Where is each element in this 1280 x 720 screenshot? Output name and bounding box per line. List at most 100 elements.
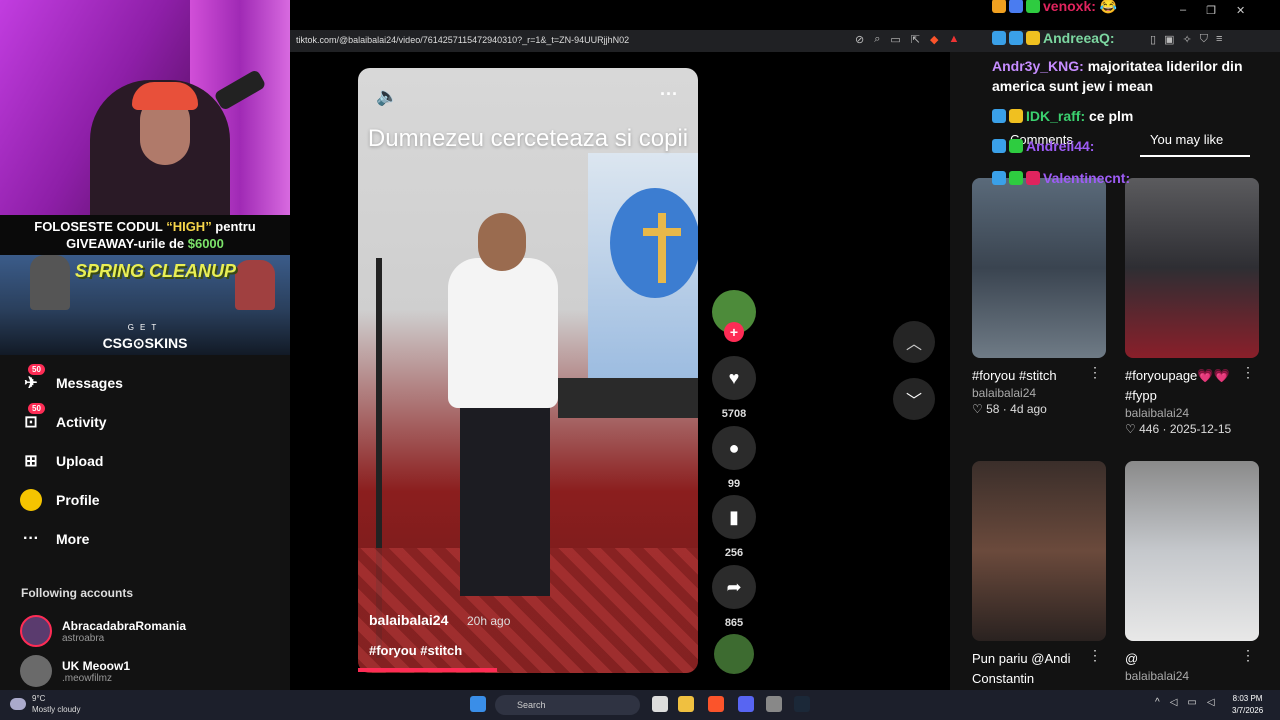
address-bar[interactable]: tiktok.com/@balaibalai24/video/761425711… bbox=[296, 35, 629, 45]
cast-icon[interactable]: ▭ bbox=[890, 33, 900, 46]
chat-message: Valentinecnt: bbox=[992, 168, 1130, 188]
network-icon[interactable]: ▭ bbox=[1187, 697, 1196, 708]
heart-icon[interactable]: ♥ bbox=[712, 356, 756, 400]
save-action[interactable]: ▮ 256 bbox=[712, 495, 756, 559]
sidebar-item-activity[interactable]: ⊡ 50 Activity bbox=[20, 403, 107, 433]
tab-you-may-like[interactable]: You may like bbox=[1150, 132, 1223, 147]
card-title: Pun pariu @Andi Constantin bbox=[972, 651, 1071, 686]
promo-text: pentru bbox=[211, 219, 256, 234]
maximize-button[interactable]: ❐ bbox=[1206, 4, 1216, 17]
recommended-video-card[interactable]: #foryoupage💗💗 #fypp balaibalai24 ♡ 446 ·… bbox=[1125, 178, 1259, 436]
chat-text: ce plm bbox=[1089, 108, 1134, 124]
zoom-icon[interactable]: ⌕ bbox=[874, 33, 880, 46]
card-date: 2025-12-15 bbox=[1169, 422, 1232, 436]
close-button[interactable]: ✕ bbox=[1236, 4, 1245, 17]
video-thumbnail[interactable] bbox=[972, 461, 1106, 641]
recommended-video-card[interactable]: @ balaibalai24 ⋮ bbox=[1125, 461, 1259, 683]
toolbar-icons-right: ▯ ▣ ✧ ⛉ ≡ bbox=[1150, 33, 1222, 46]
volume-tray-icon[interactable]: ◁ bbox=[1170, 697, 1178, 708]
minimize-button[interactable]: – bbox=[1180, 4, 1186, 17]
share-icon[interactable]: ⇱ bbox=[911, 33, 920, 46]
sidebar-item-more[interactable]: ··· More bbox=[20, 528, 89, 550]
share-action[interactable]: ➦ 865 bbox=[712, 565, 756, 629]
speaker-icon[interactable]: ◁ bbox=[1207, 697, 1215, 708]
follow-button[interactable]: + bbox=[724, 322, 744, 342]
card-more-icon[interactable]: ⋮ bbox=[1241, 364, 1255, 381]
promo-text: FOLOSESTE CODUL bbox=[34, 219, 167, 234]
comment-icon[interactable]: ● bbox=[712, 426, 756, 470]
music-disc[interactable] bbox=[714, 634, 754, 674]
rewards-icon[interactable]: ▲ bbox=[948, 33, 959, 46]
task-view-icon[interactable] bbox=[652, 696, 668, 712]
recommended-video-card[interactable]: Pun pariu @Andi Constantin ⋮ bbox=[972, 461, 1106, 689]
clock-time: 8:03 PM bbox=[1232, 694, 1263, 703]
chevron-up-icon[interactable]: ^ bbox=[1155, 697, 1160, 708]
chat-username: Valentinecnt: bbox=[1043, 170, 1131, 186]
file-explorer-icon[interactable] bbox=[678, 696, 694, 712]
tab-underline bbox=[1140, 155, 1250, 157]
bookmark-icon[interactable]: ▮ bbox=[712, 495, 756, 539]
reader-icon[interactable]: ⊘ bbox=[855, 33, 864, 46]
chat-badge-icon bbox=[1009, 171, 1023, 185]
menu-icon[interactable]: ≡ bbox=[1216, 33, 1222, 46]
sidebar-icon[interactable]: ▯ bbox=[1150, 33, 1156, 46]
chat-badge-icon bbox=[992, 31, 1006, 45]
taskbar-clock[interactable]: 8:03 PM 3/7/2026 bbox=[1232, 693, 1263, 717]
leo-icon[interactable]: ✧ bbox=[1182, 33, 1191, 46]
video-thumbnail[interactable] bbox=[1125, 461, 1259, 641]
video-thumbnail[interactable] bbox=[972, 178, 1106, 358]
steam-icon[interactable] bbox=[794, 696, 810, 712]
comment-count: 99 bbox=[727, 478, 741, 490]
taskbar-search[interactable]: Search bbox=[495, 695, 640, 715]
windows-start-icon[interactable] bbox=[470, 696, 486, 712]
card-author[interactable]: balaibalai24 bbox=[972, 386, 1106, 400]
card-more-icon[interactable]: ⋮ bbox=[1241, 647, 1255, 664]
paper-plane-icon: ✈ 50 bbox=[20, 364, 45, 394]
brave-shield-icon[interactable]: ◆ bbox=[930, 33, 938, 46]
next-video-button[interactable]: ﹀ bbox=[893, 378, 935, 420]
chat-badge-icon bbox=[1009, 109, 1023, 123]
sidebar-item-upload[interactable]: ⊞ Upload bbox=[20, 450, 103, 472]
share-arrow-icon[interactable]: ➦ bbox=[712, 565, 756, 609]
video-username[interactable]: balaibalai24 bbox=[369, 612, 448, 628]
video-progress-bar[interactable] bbox=[358, 668, 497, 672]
recommended-video-card[interactable]: #foryou #stitch balaibalai24 ♡ 58 · 4d a… bbox=[972, 178, 1106, 416]
card-author[interactable]: balaibalai24 bbox=[1125, 406, 1259, 420]
video-player[interactable] bbox=[358, 68, 698, 673]
following-account[interactable]: AbracadabraRomania astroabra bbox=[20, 615, 186, 647]
wallet-icon[interactable]: ▣ bbox=[1164, 33, 1174, 46]
sidebar-item-profile[interactable]: Profile bbox=[20, 489, 100, 511]
chat-badge-icon bbox=[992, 171, 1006, 185]
chat-badge-icon bbox=[1009, 0, 1023, 13]
following-account[interactable]: UK Meoow1 .meowfilmz bbox=[20, 655, 130, 687]
weather-widget[interactable]: 9°C Mostly cloudy bbox=[10, 693, 80, 715]
comment-action[interactable]: ● 99 bbox=[712, 426, 756, 490]
card-author[interactable]: balaibalai24 bbox=[1125, 669, 1259, 683]
discord-icon[interactable] bbox=[738, 696, 754, 712]
chat-message: AndreeaQ: bbox=[992, 28, 1115, 48]
account-avatar bbox=[20, 655, 52, 687]
previous-video-button[interactable]: ︿ bbox=[893, 321, 935, 363]
card-more-icon[interactable]: ⋮ bbox=[1088, 364, 1102, 381]
windows-taskbar bbox=[0, 690, 1280, 720]
brave-icon[interactable] bbox=[708, 696, 724, 712]
card-date: 4d ago bbox=[1010, 402, 1047, 416]
card-title: #foryoupage💗💗 #fypp bbox=[1125, 368, 1230, 403]
chat-badge-icon bbox=[1026, 0, 1040, 13]
like-action[interactable]: ♥ 5708 bbox=[712, 356, 756, 420]
save-count: 256 bbox=[724, 547, 744, 559]
video-more-icon[interactable]: ··· bbox=[660, 84, 678, 105]
vpn-icon[interactable]: ⛉ bbox=[1200, 33, 1208, 46]
like-count: 5708 bbox=[721, 408, 747, 420]
chevron-down-icon: ﹀ bbox=[905, 393, 922, 410]
volume-icon[interactable]: 🔈 bbox=[376, 86, 398, 107]
video-thumbnail[interactable] bbox=[1125, 178, 1259, 358]
sidebar-item-messages[interactable]: ✈ 50 Messages bbox=[20, 364, 123, 394]
account-name: UK Meoow1 bbox=[62, 658, 131, 673]
video-hashtags[interactable]: #foryou #stitch bbox=[369, 643, 462, 658]
app-icon[interactable] bbox=[766, 696, 782, 712]
cloud-icon bbox=[10, 698, 26, 710]
globe-image bbox=[610, 188, 698, 298]
card-more-icon[interactable]: ⋮ bbox=[1088, 647, 1102, 664]
chat-badge-icon bbox=[1026, 171, 1040, 185]
